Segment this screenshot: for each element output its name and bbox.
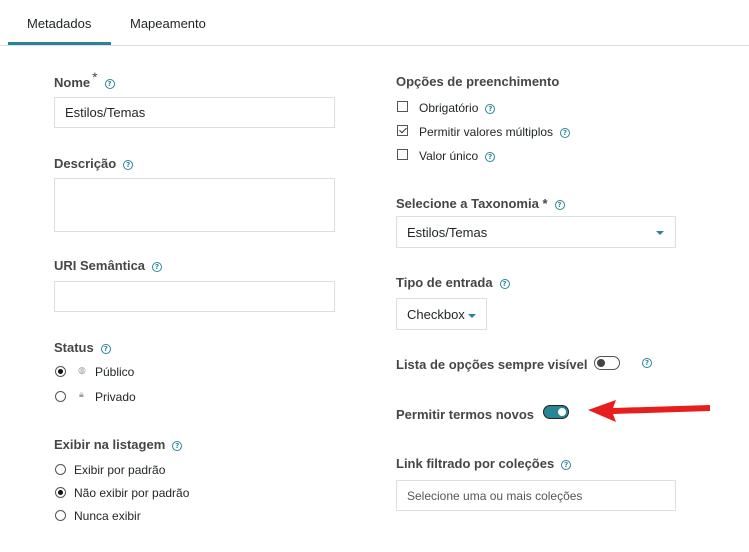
help-icon[interactable]: ? xyxy=(123,160,134,170)
listing-never-label[interactable]: Nunca exibir xyxy=(74,509,141,523)
active-tab-indicator xyxy=(8,42,111,45)
arrow-shape xyxy=(588,400,710,422)
uri-input[interactable] xyxy=(54,281,335,312)
status-private-radio[interactable] xyxy=(55,391,66,402)
tab-bar: Metadados Mapeamento xyxy=(0,0,749,46)
help-icon[interactable]: ? xyxy=(642,358,652,368)
help-icon[interactable]: ? xyxy=(561,460,572,470)
status-public-radio[interactable] xyxy=(55,366,66,377)
listing-label: Exibir na listagem? xyxy=(54,437,183,452)
always-visible-toggle[interactable] xyxy=(594,356,620,370)
collections-link-label-text: Link filtrado por coleções xyxy=(396,456,555,471)
allow-new-terms-label: Permitir termos novos xyxy=(396,407,534,422)
listing-show-default-radio[interactable] xyxy=(55,464,66,475)
collections-select-input[interactable]: Selecione uma ou mais coleções xyxy=(396,480,676,511)
allow-new-terms-toggle[interactable] xyxy=(543,405,569,419)
multiple-values-checkbox-label: Permitir valores múltiplos? xyxy=(419,125,571,139)
name-input[interactable]: Estilos/Temas xyxy=(54,97,335,128)
help-icon[interactable]: ? xyxy=(554,200,565,210)
required-mark: * xyxy=(542,196,548,211)
help-icon[interactable]: ? xyxy=(172,441,183,451)
fill-options-label: Opções de preenchimento xyxy=(396,74,560,89)
description-label-text: Descrição xyxy=(54,156,117,171)
input-type-select[interactable]: Checkbox xyxy=(396,298,487,330)
listing-hide-default-radio[interactable] xyxy=(55,487,66,498)
input-type-label: Tipo de entrada? xyxy=(396,275,510,290)
description-label: Descrição? xyxy=(54,156,134,171)
status-private-label[interactable]: Privado xyxy=(95,390,136,404)
listing-show-default-label[interactable]: Exibir por padrão xyxy=(74,463,165,477)
multiple-values-checkbox-text: Permitir valores múltiplos xyxy=(419,125,554,139)
required-checkbox-label: Obrigatório? xyxy=(419,101,496,115)
uri-label: URI Semântica? xyxy=(54,258,163,273)
multiple-values-checkbox[interactable] xyxy=(397,125,408,136)
chevron-down-icon xyxy=(468,314,476,318)
help-icon[interactable]: ? xyxy=(152,262,163,272)
annotation-arrow-icon xyxy=(588,400,710,422)
name-label: Nome *? xyxy=(54,69,115,90)
status-label: Status? xyxy=(54,340,111,355)
listing-hide-default-label[interactable]: Não exibir por padrão xyxy=(74,486,189,500)
unique-value-checkbox-text: Valor único xyxy=(419,149,479,163)
tab-mapeamento[interactable]: Mapeamento xyxy=(130,16,206,31)
taxonomy-select[interactable]: Estilos/Temas xyxy=(396,216,676,248)
name-input-value: Estilos/Temas xyxy=(65,105,146,120)
unique-value-checkbox-label: Valor único? xyxy=(419,149,496,163)
help-icon[interactable]: ? xyxy=(499,279,510,289)
status-label-text: Status xyxy=(54,340,94,355)
globe-icon: ◍ xyxy=(78,366,86,376)
taxonomy-label-text: Selecione a Taxonomia xyxy=(396,196,539,211)
listing-label-text: Exibir na listagem xyxy=(54,437,166,452)
toggle-knob xyxy=(558,407,566,416)
help-icon[interactable]: ? xyxy=(560,128,571,138)
input-type-label-text: Tipo de entrada xyxy=(396,275,493,290)
required-mark: * xyxy=(92,69,98,85)
always-visible-label: Lista de opções sempre visível xyxy=(396,357,588,372)
status-public-label[interactable]: Público xyxy=(95,365,134,379)
required-checkbox-text: Obrigatório xyxy=(419,101,479,115)
help-icon[interactable]: ? xyxy=(485,152,496,162)
description-textarea[interactable] xyxy=(54,178,335,232)
toggle-knob xyxy=(597,358,605,367)
unique-value-checkbox[interactable] xyxy=(397,149,408,160)
required-checkbox[interactable] xyxy=(397,101,408,112)
lock-icon: 🔒︎ xyxy=(79,390,84,400)
tab-metadados[interactable]: Metadados xyxy=(27,16,91,31)
input-type-select-value: Checkbox xyxy=(407,307,465,322)
name-label-text: Nome xyxy=(54,75,91,90)
collections-placeholder: Selecione uma ou mais coleções xyxy=(407,489,583,503)
help-icon[interactable]: ? xyxy=(485,104,496,114)
uri-label-text: URI Semântica xyxy=(54,258,146,273)
taxonomy-label: Selecione a Taxonomia *? xyxy=(396,196,565,211)
collections-link-label: Link filtrado por coleções? xyxy=(396,456,572,471)
chevron-down-icon xyxy=(656,231,664,235)
listing-never-radio[interactable] xyxy=(55,510,66,521)
help-icon[interactable]: ? xyxy=(100,344,111,354)
taxonomy-select-value: Estilos/Temas xyxy=(407,225,488,240)
help-icon[interactable]: ? xyxy=(104,79,115,89)
